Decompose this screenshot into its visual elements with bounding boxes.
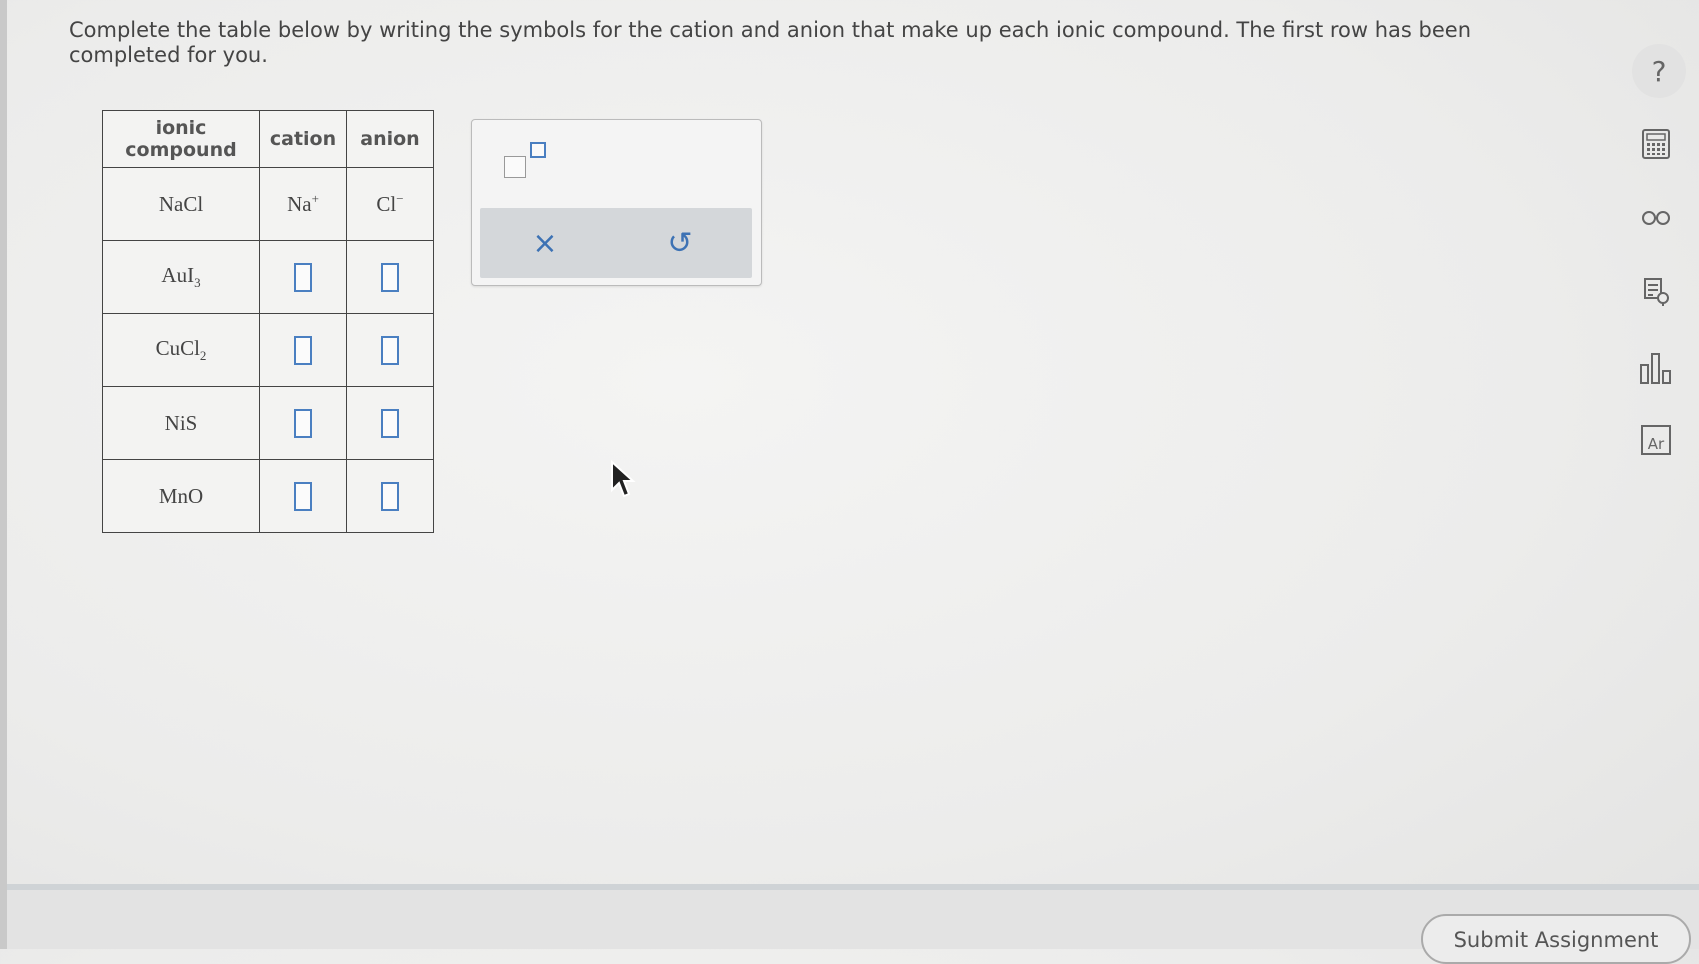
anion-cell [346,459,434,533]
periodic-table-icon: Ar [1641,425,1671,455]
palette-action-bar: × ↺ [480,208,752,278]
cation-answer-input[interactable] [294,481,312,511]
cation-cell [259,459,347,533]
anion-cell [346,313,434,387]
window-left-edge [0,0,7,949]
header-anion: anion [346,110,434,168]
superscript-base-box [504,156,526,178]
table-row: NiS [102,386,434,460]
reference-glasses-button[interactable] [1628,190,1684,246]
undo-icon: ↺ [667,225,693,261]
anion-answer-input[interactable] [381,335,399,365]
superscript-tool-button[interactable] [504,142,548,182]
compound-cell: NiS [102,386,260,460]
compound-cell: AuI3 [102,240,260,314]
calculator-button[interactable] [1628,116,1684,172]
table-header-row: ionic compound cation anion [102,110,434,168]
header-cation: cation [259,110,347,168]
anion-answer-input[interactable] [381,262,399,292]
anion-cell: Cl− [346,167,434,241]
cation-cell [259,386,347,460]
answer-tool-palette: × ↺ [471,119,762,286]
header-ionic-compound: ionic compound [102,110,260,168]
data-chart-button[interactable] [1628,340,1684,396]
table-row: AuI3 [102,240,434,314]
question-mark-icon: ? [1651,54,1667,88]
superscript-exponent-box [530,142,546,158]
anion-answer-input[interactable] [381,481,399,511]
calculator-icon [1642,129,1670,159]
table-row-example: NaCl Na+ Cl− [102,167,434,241]
periodic-table-button[interactable]: Ar [1628,412,1684,468]
anion-cell [346,240,434,314]
question-prompt: Complete the table below by writing the … [69,18,1472,67]
cation-answer-input[interactable] [294,262,312,292]
ionic-compound-table: ionic compound cation anion NaCl Na+ Cl−… [102,110,434,533]
submit-assignment-button[interactable]: Submit Assignment [1421,914,1691,964]
periodic-table-label: Ar [1648,435,1665,453]
cation-cell [259,313,347,387]
cation-cell: Na+ [259,167,347,241]
cation-answer-input[interactable] [294,408,312,438]
notes-icon [1644,278,1669,306]
anion-cell [346,386,434,460]
glasses-icon [1642,211,1670,225]
undo-button[interactable]: ↺ [650,220,710,266]
clear-button[interactable]: × [515,220,575,266]
table-row: CuCl2 [102,313,434,387]
cation-cell [259,240,347,314]
compound-cell: CuCl2 [102,313,260,387]
anion-answer-input[interactable] [381,408,399,438]
notes-button[interactable] [1628,264,1684,320]
cation-answer-input[interactable] [294,335,312,365]
mouse-cursor-icon [611,460,636,498]
help-button[interactable]: ? [1632,44,1686,98]
compound-cell: NaCl [102,167,260,241]
compound-cell: MnO [102,459,260,533]
close-icon: × [532,225,558,261]
bar-chart-icon [1640,353,1671,384]
table-row: MnO [102,459,434,533]
